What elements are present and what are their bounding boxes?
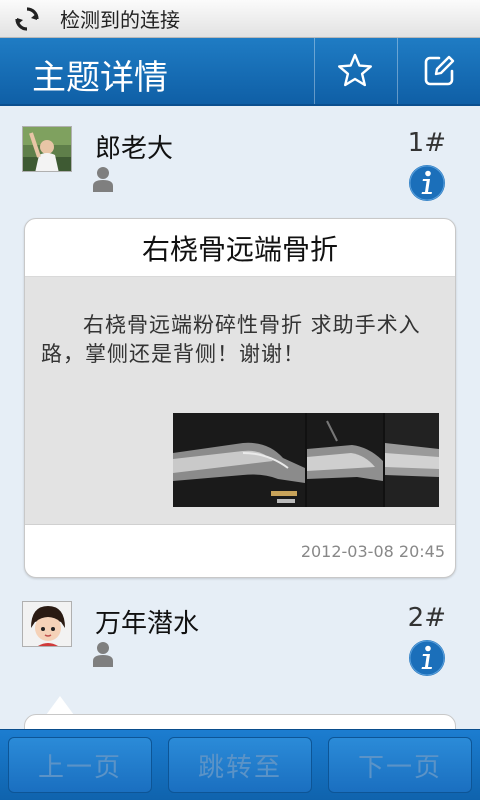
floor-number: 1#	[407, 128, 446, 158]
jump-to-page-button[interactable]: 跳转至	[168, 737, 312, 793]
sync-icon	[15, 6, 39, 31]
username[interactable]: 郎老大	[95, 128, 173, 165]
bottom-nav: 上一页 跳转至 下一页	[0, 729, 480, 800]
post-body: 右桡骨远端粉碎性骨折 求助手术入路，掌侧还是背侧！谢谢！	[25, 277, 455, 525]
app-header: 主题详情	[0, 38, 480, 106]
status-bar: 检测到的连接	[0, 0, 480, 38]
post-header: 郎老大 1#	[0, 126, 480, 216]
avatar[interactable]	[22, 126, 72, 172]
prev-page-button[interactable]: 上一页	[8, 737, 152, 793]
page-title: 主题详情	[32, 58, 168, 98]
username[interactable]: 万年潜水	[95, 603, 199, 640]
next-page-button[interactable]: 下一页	[328, 737, 472, 793]
status-text: 检测到的连接	[60, 8, 180, 32]
post-header: 万年潜水 2#	[0, 601, 480, 691]
edit-icon	[424, 55, 455, 86]
post-card: 右桡骨远端骨折 右桡骨远端粉碎性骨折 求助手术入路，掌侧还是背侧！谢谢！ 201…	[24, 218, 456, 578]
user-icon	[93, 167, 113, 192]
avatar[interactable]	[22, 601, 72, 647]
post-content: 右桡骨远端粉碎性骨折 求助手术入路，掌侧还是背侧！谢谢！	[41, 313, 421, 366]
favorite-button[interactable]	[314, 38, 396, 104]
post-timestamp: 2012-03-08 20:45	[300, 542, 445, 561]
star-icon	[338, 53, 372, 87]
post-image-xray[interactable]	[173, 413, 439, 507]
info-icon[interactable]	[408, 639, 446, 677]
info-icon[interactable]	[408, 164, 446, 202]
post-title: 右桡骨远端骨折	[25, 219, 455, 277]
floor-number: 2#	[407, 603, 446, 633]
reply-notch	[46, 696, 74, 715]
user-icon	[93, 642, 113, 667]
edit-button[interactable]	[398, 38, 480, 104]
